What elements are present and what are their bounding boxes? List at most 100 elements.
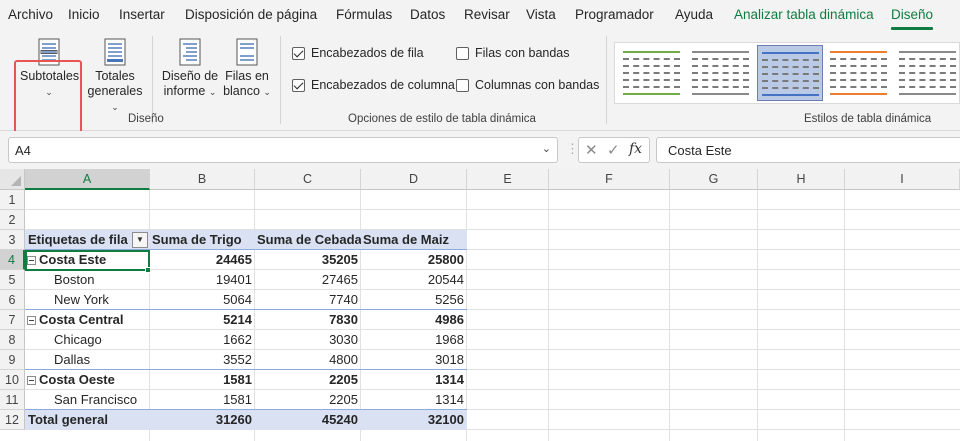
pivot-value-cell[interactable]: 2205 bbox=[255, 390, 361, 410]
chevron-down-icon[interactable]: ⌄ bbox=[542, 142, 551, 155]
tab-datos[interactable]: Datos bbox=[410, 7, 445, 22]
row-header-4[interactable]: 4 bbox=[0, 250, 25, 270]
report-layout-button[interactable]: Diseño de informe ⌄ bbox=[160, 38, 220, 100]
pivot-value-cell[interactable]: 25800 bbox=[361, 250, 467, 270]
row-header-6[interactable]: 6 bbox=[0, 290, 25, 310]
pivot-header-cell[interactable]: Suma de Cebada bbox=[255, 230, 361, 250]
grand-totals-button[interactable]: Totales generales ⌄ bbox=[84, 38, 146, 115]
tab-insertar[interactable]: Insertar bbox=[119, 7, 165, 22]
pivot-value-cell[interactable]: 3030 bbox=[255, 330, 361, 350]
column-header-b[interactable]: B bbox=[150, 169, 255, 190]
tab-revisar[interactable]: Revisar bbox=[464, 7, 510, 22]
tab-disposicion-de-pagina[interactable]: Disposición de página bbox=[185, 7, 317, 22]
pivot-value-cell[interactable]: 20544 bbox=[361, 270, 467, 290]
pivot-value-cell[interactable]: 1581 bbox=[150, 390, 255, 410]
pivot-group-label[interactable]: Costa Central bbox=[25, 310, 150, 330]
swatch-line bbox=[830, 72, 887, 74]
insert-function-icon[interactable]: fx bbox=[629, 141, 642, 157]
tab-ayuda[interactable]: Ayuda bbox=[675, 7, 713, 22]
tab-analizar-tabla-dinamica[interactable]: Analizar tabla dinámica bbox=[734, 7, 874, 22]
pivot-style-swatch-blue[interactable] bbox=[757, 45, 823, 101]
row-header-12[interactable]: 12 bbox=[0, 410, 25, 430]
pivot-grand-total-value[interactable]: 45240 bbox=[255, 410, 361, 430]
pivot-value-cell[interactable]: 19401 bbox=[150, 270, 255, 290]
row-headers-checkbox[interactable]: Encabezados de fila bbox=[292, 46, 424, 60]
pivot-item-label[interactable]: Dallas bbox=[25, 350, 150, 370]
pivot-style-swatch-gray[interactable] bbox=[688, 45, 754, 101]
column-headers-checkbox[interactable]: Encabezados de columna bbox=[292, 78, 455, 92]
column-header-g[interactable]: G bbox=[670, 169, 758, 190]
cancel-icon[interactable]: ✕ bbox=[585, 141, 598, 159]
row-header-2[interactable]: 2 bbox=[0, 210, 25, 230]
pivot-value-cell[interactable]: 35205 bbox=[255, 250, 361, 270]
pivot-value-cell[interactable]: 3018 bbox=[361, 350, 467, 370]
row-header-1[interactable]: 1 bbox=[0, 190, 25, 210]
pivot-value-cell[interactable]: 1662 bbox=[150, 330, 255, 350]
column-header-f[interactable]: F bbox=[549, 169, 670, 190]
tab-inicio[interactable]: Inicio bbox=[68, 7, 100, 22]
row-labels-filter-button[interactable]: ▼ bbox=[132, 232, 148, 248]
swatch-line bbox=[692, 65, 749, 67]
column-header-i[interactable]: I bbox=[845, 169, 960, 190]
tab-formulas[interactable]: Fórmulas bbox=[336, 7, 392, 22]
pivot-group-label[interactable]: Costa Oeste bbox=[25, 370, 150, 390]
banded-rows-checkbox[interactable]: Filas con bandas bbox=[456, 46, 570, 60]
name-box[interactable]: A4 ⌄ bbox=[8, 137, 558, 163]
select-all-button[interactable] bbox=[0, 169, 25, 190]
swatch-line bbox=[692, 72, 749, 74]
collapse-icon[interactable] bbox=[27, 376, 36, 385]
pivot-value-cell[interactable]: 5214 bbox=[150, 310, 255, 330]
pivot-grand-total-value[interactable]: 32100 bbox=[361, 410, 467, 430]
banded-columns-checkbox[interactable]: Columnas con bandas bbox=[456, 78, 599, 92]
enter-icon[interactable]: ✓ bbox=[607, 141, 620, 159]
pivot-item-label[interactable]: Boston bbox=[25, 270, 150, 290]
column-header-a[interactable]: A bbox=[25, 169, 150, 190]
blank-rows-button[interactable]: Filas en blanco ⌄ bbox=[222, 38, 272, 100]
collapse-icon[interactable] bbox=[27, 316, 36, 325]
pivot-grand-total-value[interactable]: 31260 bbox=[150, 410, 255, 430]
column-header-d[interactable]: D bbox=[361, 169, 467, 190]
pivot-value-cell[interactable]: 2205 bbox=[255, 370, 361, 390]
pivot-value-cell[interactable]: 7830 bbox=[255, 310, 361, 330]
pivot-item-label[interactable]: San Francisco bbox=[25, 390, 150, 410]
row-header-10[interactable]: 10 bbox=[0, 370, 25, 390]
row-header-3[interactable]: 3 bbox=[0, 230, 25, 250]
pivot-value-cell[interactable]: 1581 bbox=[150, 370, 255, 390]
pivot-item-label[interactable]: New York bbox=[25, 290, 150, 310]
pivot-value-cell[interactable]: 4800 bbox=[255, 350, 361, 370]
pivot-value-cell[interactable]: 5256 bbox=[361, 290, 467, 310]
swatch-line bbox=[692, 79, 749, 81]
pivot-value-cell[interactable]: 3552 bbox=[150, 350, 255, 370]
pivot-value-cell[interactable]: 27465 bbox=[255, 270, 361, 290]
pivot-item-label[interactable]: Chicago bbox=[25, 330, 150, 350]
row-header-5[interactable]: 5 bbox=[0, 270, 25, 290]
pivot-value-cell[interactable]: 4986 bbox=[361, 310, 467, 330]
column-header-e[interactable]: E bbox=[467, 169, 549, 190]
fill-handle[interactable] bbox=[145, 267, 151, 273]
row-header-9[interactable]: 9 bbox=[0, 350, 25, 370]
pivot-value-cell[interactable]: 5064 bbox=[150, 290, 255, 310]
pivot-row-label-text: Costa Central bbox=[39, 312, 124, 327]
pivot-value-cell[interactable]: 1968 bbox=[361, 330, 467, 350]
pivot-style-swatch-gray-2[interactable] bbox=[895, 45, 960, 101]
pivot-value-cell[interactable]: 7740 bbox=[255, 290, 361, 310]
row-header-8[interactable]: 8 bbox=[0, 330, 25, 350]
formula-bar: A4 ⌄ ⋮ ✕ ✓ fx Costa Este bbox=[0, 131, 960, 169]
tab-archivo[interactable]: Archivo bbox=[8, 7, 53, 22]
column-header-c[interactable]: C bbox=[255, 169, 361, 190]
pivot-value-cell[interactable]: 24465 bbox=[150, 250, 255, 270]
pivot-value-cell[interactable]: 1314 bbox=[361, 370, 467, 390]
column-header-h[interactable]: H bbox=[758, 169, 845, 190]
formula-input[interactable]: Costa Este bbox=[656, 137, 960, 163]
pivot-grand-total-label[interactable]: Total general bbox=[25, 410, 150, 430]
row-header-7[interactable]: 7 bbox=[0, 310, 25, 330]
tab-diseno[interactable]: Diseño bbox=[891, 7, 933, 22]
pivot-value-cell[interactable]: 1314 bbox=[361, 390, 467, 410]
pivot-header-cell[interactable]: Suma de Trigo bbox=[150, 230, 255, 250]
pivot-style-swatch-green[interactable] bbox=[619, 45, 685, 101]
pivot-style-swatch-orange[interactable] bbox=[826, 45, 892, 101]
tab-programador[interactable]: Programador bbox=[575, 7, 654, 22]
tab-vista[interactable]: Vista bbox=[526, 7, 556, 22]
pivot-header-cell[interactable]: Suma de Maiz bbox=[361, 230, 467, 250]
row-header-11[interactable]: 11 bbox=[0, 390, 25, 410]
